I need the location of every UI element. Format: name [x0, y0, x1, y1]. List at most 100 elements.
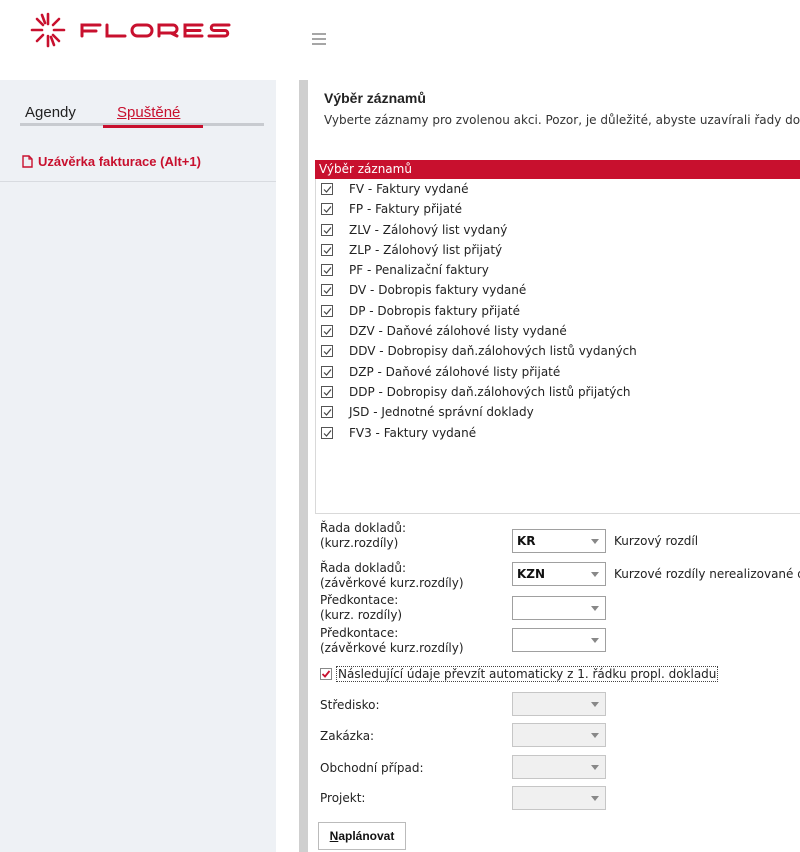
list-item[interactable]: DDP - Dobropisy daň.zálohových listů při…	[315, 383, 795, 403]
zakazka-select[interactable]	[512, 723, 606, 747]
list-item[interactable]: FV3 - Faktury vydané	[315, 424, 795, 444]
list-item[interactable]: ZLP - Zálohový list přijatý	[315, 241, 795, 261]
rada-kurz-select[interactable]: KR	[512, 529, 606, 553]
flores-logo-graphic	[30, 12, 231, 48]
checkmark-icon	[323, 389, 332, 396]
list-item[interactable]: FP - Faktury přijaté	[315, 200, 795, 220]
checkbox[interactable]	[321, 203, 333, 216]
checkbox[interactable]	[321, 243, 333, 256]
checkbox[interactable]	[321, 345, 333, 358]
checkmark-icon	[323, 409, 332, 417]
list-item[interactable]: DZV - Daňové zálohové listy vydané	[315, 322, 795, 342]
predkontace-zaverkove-select[interactable]	[512, 628, 606, 652]
checkmark-icon	[323, 287, 332, 295]
main-content: Výběr záznamů Vyberte záznamy pro zvolen…	[308, 80, 800, 852]
zakazka-label: Zakázka:	[320, 729, 375, 743]
auto-fill-checkbox[interactable]	[320, 668, 332, 680]
checkbox[interactable]	[321, 426, 333, 439]
checkbox[interactable]	[321, 183, 333, 195]
panel-splitter[interactable]	[299, 80, 308, 852]
list-item[interactable]: DP - Dobropis faktury přijaté	[315, 302, 795, 322]
tab-spustene[interactable]: Spuštěné	[117, 104, 180, 121]
rada-zaverkove-description: Kurzové rozdíly nerealizované da	[614, 567, 800, 581]
list-item-label: JSD - Jednotné správní doklady	[349, 405, 534, 420]
list-item[interactable]: FV - Faktury vydané	[315, 180, 795, 200]
checkmark-icon	[323, 186, 332, 193]
checkmark-icon	[321, 670, 331, 678]
checkbox[interactable]	[321, 304, 333, 317]
obchodni-pripad-label: Obchodní případ:	[320, 761, 424, 775]
chevron-down-icon	[591, 638, 599, 643]
list-item-label: DZP - Daňové zálohové listy přijaté	[349, 364, 561, 379]
checkmark-icon	[323, 247, 332, 254]
sidebar: Agendy Spuštěné Uzávěrka fakturace (Alt+…	[0, 80, 276, 852]
checkbox[interactable]	[321, 223, 333, 236]
predkontace-zaverkove-label-line1: Předkontace:	[320, 626, 399, 640]
checkmark-icon	[323, 206, 332, 214]
list-item[interactable]: DDV - Dobropisy daň.zálohových listů vyd…	[315, 342, 795, 362]
checkbox[interactable]	[321, 264, 333, 277]
checkmark-icon	[323, 348, 332, 356]
checkmark-icon	[323, 328, 332, 335]
list-item-label: DDV - Dobropisy daň.zálohových listů vyd…	[349, 344, 637, 359]
tab-agendy[interactable]: Agendy	[25, 104, 76, 121]
chevron-down-icon	[591, 702, 599, 707]
rada-zaverkove-label-line1: Řada dokladů:	[320, 561, 407, 575]
sidebar-item-uzaverka-fakturace[interactable]: Uzávěrka fakturace (Alt+1)	[0, 144, 276, 182]
projekt-label: Projekt:	[320, 791, 366, 805]
predkontace-zaverkove-label: Předkontace: (závěrkové kurz.rozdíly)	[320, 626, 464, 656]
list-item-label: ZLV - Zálohový list vydaný	[349, 222, 508, 237]
list-item-label: FP - Faktury přijaté	[349, 202, 463, 217]
page-title: Výběr záznamů	[324, 90, 426, 106]
list-item-label: FV - Faktury vydané	[349, 182, 469, 196]
sidebar-item-label: Uzávěrka fakturace (Alt+1)	[38, 154, 201, 169]
rada-kurz-description: Kurzový rozdíl	[614, 534, 699, 548]
page-description: Vyberte záznamy pro zvolenou akci. Pozor…	[324, 113, 800, 127]
button-label-rest: aplánovat	[338, 829, 395, 843]
list-item-label: DZV - Daňové zálohové listy vydané	[349, 324, 567, 339]
list-item[interactable]: JSD - Jednotné správní doklady	[315, 403, 795, 423]
list-item[interactable]: DV - Dobropis faktury vydané	[315, 281, 795, 301]
chevron-down-icon	[591, 572, 599, 577]
rada-kurz-label: Řada dokladů: (kurz.rozdíly)	[320, 521, 406, 551]
record-list: FV - Faktury vydané FP - Faktury přijaté…	[315, 180, 795, 444]
chevron-down-icon	[591, 796, 599, 801]
stredisko-label: Středisko:	[320, 698, 380, 712]
list-item[interactable]: DZP - Daňové zálohové listy přijaté	[315, 363, 795, 383]
chevron-down-icon	[591, 765, 599, 770]
flores-logo[interactable]	[30, 10, 240, 53]
chevron-down-icon	[591, 539, 599, 544]
checkbox[interactable]	[321, 365, 333, 378]
record-list-header: Výběr záznamů	[315, 160, 800, 179]
checkbox[interactable]	[321, 385, 333, 398]
predkontace-kurz-label: Předkontace: (kurz. rozdíly)	[320, 593, 402, 623]
list-item-label: DP - Dobropis faktury přijaté	[349, 303, 521, 318]
chevron-down-icon	[591, 733, 599, 738]
record-list-header-label: Výběr záznamů	[319, 162, 412, 176]
checkmark-icon	[323, 226, 332, 234]
list-item[interactable]: ZLV - Zálohový list vydaný	[315, 221, 795, 241]
predkontace-kurz-label-line2: (kurz. rozdíly)	[320, 608, 403, 622]
checkmark-icon	[323, 429, 332, 437]
checkmark-icon	[323, 368, 332, 376]
naplanovat-button[interactable]: Naplánovat	[318, 822, 406, 850]
projekt-select[interactable]	[512, 786, 606, 810]
stredisko-select[interactable]	[512, 692, 606, 716]
checkbox[interactable]	[321, 406, 333, 419]
predkontace-zaverkove-label-line2: (závěrkové kurz.rozdíly)	[320, 641, 464, 655]
hamburger-icon[interactable]	[312, 33, 326, 45]
checkbox[interactable]	[321, 284, 333, 297]
predkontace-kurz-label-line1: Předkontace:	[320, 593, 399, 607]
checkmark-icon	[323, 307, 332, 315]
list-item-label: ZLP - Zálohový list přijatý	[349, 242, 503, 257]
rada-zaverkove-label: Řada dokladů: (závěrkové kurz.rozdíly)	[320, 561, 464, 591]
checkbox[interactable]	[321, 325, 333, 338]
obchodni-pripad-select[interactable]	[512, 755, 606, 779]
list-item-label: FV3 - Faktury vydané	[349, 425, 477, 440]
chevron-down-icon	[591, 606, 599, 611]
rada-kurz-value: KR	[517, 534, 536, 548]
predkontace-kurz-select[interactable]	[512, 596, 606, 620]
list-item[interactable]: PF - Penalizační faktury	[315, 261, 795, 281]
rada-kurz-label-line2: (kurz.rozdíly)	[320, 536, 399, 550]
rada-zaverkove-select[interactable]: KZN	[512, 562, 606, 586]
